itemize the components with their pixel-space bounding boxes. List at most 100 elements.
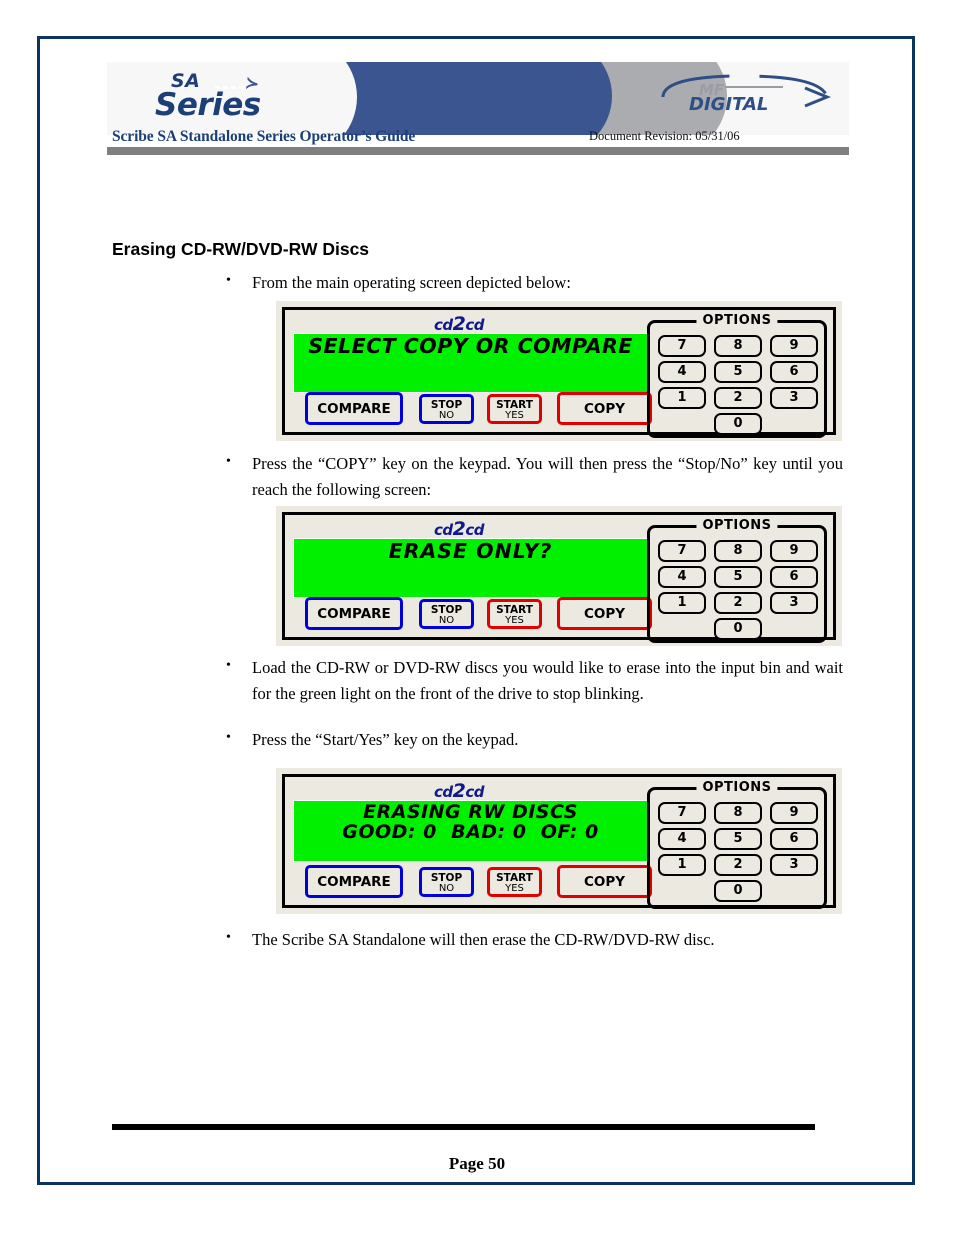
copy-button[interactable]: COPY (557, 865, 652, 898)
lcd-line-2: GOOD: 0 BAD: 0 OF: 0 (342, 820, 599, 843)
yes-label: YES (505, 615, 524, 626)
mf-digital-logo: MF DIGITAL (655, 74, 831, 120)
cd2cd-prefix: cd (433, 783, 453, 801)
svg-text:DIGITAL: DIGITAL (689, 94, 768, 115)
keypad-key-3[interactable]: 3 (770, 854, 818, 876)
device-panel-main-screen: cd2cd SELECT COPY OR COMPARE COMPARE STO… (276, 301, 842, 441)
keypad-key-1[interactable]: 1 (658, 854, 706, 876)
keypad-key-6[interactable]: 6 (770, 828, 818, 850)
document-revision: Document Revision: 05/31/06 (589, 129, 740, 143)
lcd-line-1: ERASING RW DISCS (363, 801, 578, 823)
keypad-key-6[interactable]: 6 (770, 361, 818, 383)
bullet-list-item-3: Load the CD-RW or DVD-RW discs you would… (222, 655, 843, 706)
keypad-key-4[interactable]: 4 (658, 828, 706, 850)
keypad-key-1[interactable]: 1 (658, 387, 706, 409)
keypad-key-8[interactable]: 8 (714, 802, 762, 824)
device-button-row: COMPARE STOP NO START YES COPY (295, 865, 653, 898)
keypad-key-5[interactable]: 5 (714, 566, 762, 588)
stop-no-button[interactable]: STOP NO (419, 394, 474, 424)
bullet-list-item-1: From the main operating screen depicted … (222, 270, 843, 296)
compare-button[interactable]: COMPARE (305, 865, 403, 898)
keypad-key-9[interactable]: 9 (770, 802, 818, 824)
cd2cd-logo: cd2cd (285, 780, 633, 802)
keypad-key-1[interactable]: 1 (658, 592, 706, 614)
keypad-key-4[interactable]: 4 (658, 566, 706, 588)
bullet-text: The Scribe SA Standalone will then erase… (222, 927, 843, 953)
device-panel-erase-only: cd2cd ERASE ONLY? COMPARE STOP NO START … (276, 506, 842, 646)
keypad-key-9[interactable]: 9 (770, 540, 818, 562)
lcd-display: ERASING RW DISCS GOOD: 0 BAD: 0 OF: 0 (293, 800, 648, 862)
start-yes-button[interactable]: START YES (487, 599, 542, 629)
sa-logo-bottom-text: Series (155, 87, 261, 123)
bullet-list-item-5: The Scribe SA Standalone will then erase… (222, 927, 843, 953)
cd2cd-suffix: cd (465, 783, 484, 801)
panel-inner: cd2cd ERASING RW DISCS GOOD: 0 BAD: 0 OF… (282, 774, 836, 909)
panel-inner: cd2cd ERASE ONLY? COMPARE STOP NO START … (282, 512, 836, 643)
keypad-key-0[interactable]: 0 (714, 618, 762, 640)
keypad-keys: 7 8 9 4 5 6 1 2 3 0 (656, 335, 818, 435)
keypad-key-2[interactable]: 2 (714, 387, 762, 409)
cd2cd-logo: cd2cd (285, 518, 633, 540)
no-label: NO (438, 615, 455, 626)
options-keypad: OPTIONS 7 8 9 4 5 6 1 2 3 0 (647, 780, 827, 909)
stop-no-button[interactable]: STOP NO (419, 867, 474, 897)
cd2cd-two: 2 (452, 780, 466, 802)
compare-button[interactable]: COMPARE (305, 597, 403, 630)
keypad-key-5[interactable]: 5 (714, 828, 762, 850)
section-heading: Erasing CD-RW/DVD-RW Discs (112, 239, 370, 259)
cd2cd-logo: cd2cd (285, 313, 633, 335)
copy-button[interactable]: COPY (557, 597, 652, 630)
keypad-key-8[interactable]: 8 (714, 335, 762, 357)
sa-series-logo: SA ≻ Series (133, 70, 363, 128)
panel-inner: cd2cd SELECT COPY OR COMPARE COMPARE STO… (282, 307, 836, 438)
keypad-key-9[interactable]: 9 (770, 335, 818, 357)
options-label: OPTIONS (696, 313, 778, 328)
cd2cd-suffix: cd (465, 521, 484, 539)
cd2cd-two: 2 (452, 313, 466, 335)
keypad-key-7[interactable]: 7 (658, 540, 706, 562)
keypad-key-3[interactable]: 3 (770, 592, 818, 614)
header-banner: SA ≻ Series MF DIGITAL (107, 62, 849, 135)
lcd-display: ERASE ONLY? (293, 538, 648, 598)
yes-label: YES (505, 410, 524, 421)
options-label: OPTIONS (696, 518, 778, 533)
bullet-list-item-2: Press the “COPY” key on the keypad. You … (222, 451, 843, 502)
bullet-list-item-4: Press the “Start/Yes” key on the keypad. (222, 727, 843, 753)
keypad-key-8[interactable]: 8 (714, 540, 762, 562)
keypad-key-7[interactable]: 7 (658, 335, 706, 357)
lcd-line-1: ERASE ONLY? (388, 539, 553, 563)
page-number: Page 50 (448, 1154, 506, 1173)
keypad-key-2[interactable]: 2 (714, 854, 762, 876)
stop-no-button[interactable]: STOP NO (419, 599, 474, 629)
cd2cd-prefix: cd (433, 316, 453, 334)
cd2cd-prefix: cd (433, 521, 453, 539)
compare-button[interactable]: COMPARE (305, 392, 403, 425)
bullet-text: Press the “Start/Yes” key on the keypad. (222, 727, 843, 753)
device-button-row: COMPARE STOP NO START YES COPY (295, 597, 653, 630)
document-title: Scribe SA Standalone Series Operator’s G… (112, 128, 416, 145)
no-label: NO (438, 410, 455, 421)
keypad-keys: 7 8 9 4 5 6 1 2 3 0 (656, 540, 818, 640)
bullet-text: Press the “COPY” key on the keypad. You … (222, 451, 843, 502)
device-button-row: COMPARE STOP NO START YES COPY (295, 392, 653, 425)
options-label: OPTIONS (696, 780, 778, 795)
copy-button[interactable]: COPY (557, 392, 652, 425)
header-divider (107, 147, 849, 155)
keypad-key-0[interactable]: 0 (714, 413, 762, 435)
keypad-key-2[interactable]: 2 (714, 592, 762, 614)
yes-label: YES (505, 883, 524, 894)
options-keypad: OPTIONS 7 8 9 4 5 6 1 2 3 0 (647, 313, 827, 438)
keypad-key-5[interactable]: 5 (714, 361, 762, 383)
start-yes-button[interactable]: START YES (487, 394, 542, 424)
device-panel-erasing-progress: cd2cd ERASING RW DISCS GOOD: 0 BAD: 0 OF… (276, 768, 842, 914)
bullet-text: From the main operating screen depicted … (222, 270, 843, 296)
start-yes-button[interactable]: START YES (487, 867, 542, 897)
options-keypad: OPTIONS 7 8 9 4 5 6 1 2 3 0 (647, 518, 827, 643)
lcd-line-1: SELECT COPY OR COMPARE (308, 334, 633, 358)
keypad-key-3[interactable]: 3 (770, 387, 818, 409)
bullet-text: Load the CD-RW or DVD-RW discs you would… (222, 655, 843, 706)
keypad-key-4[interactable]: 4 (658, 361, 706, 383)
keypad-key-7[interactable]: 7 (658, 802, 706, 824)
keypad-key-6[interactable]: 6 (770, 566, 818, 588)
keypad-key-0[interactable]: 0 (714, 880, 762, 902)
